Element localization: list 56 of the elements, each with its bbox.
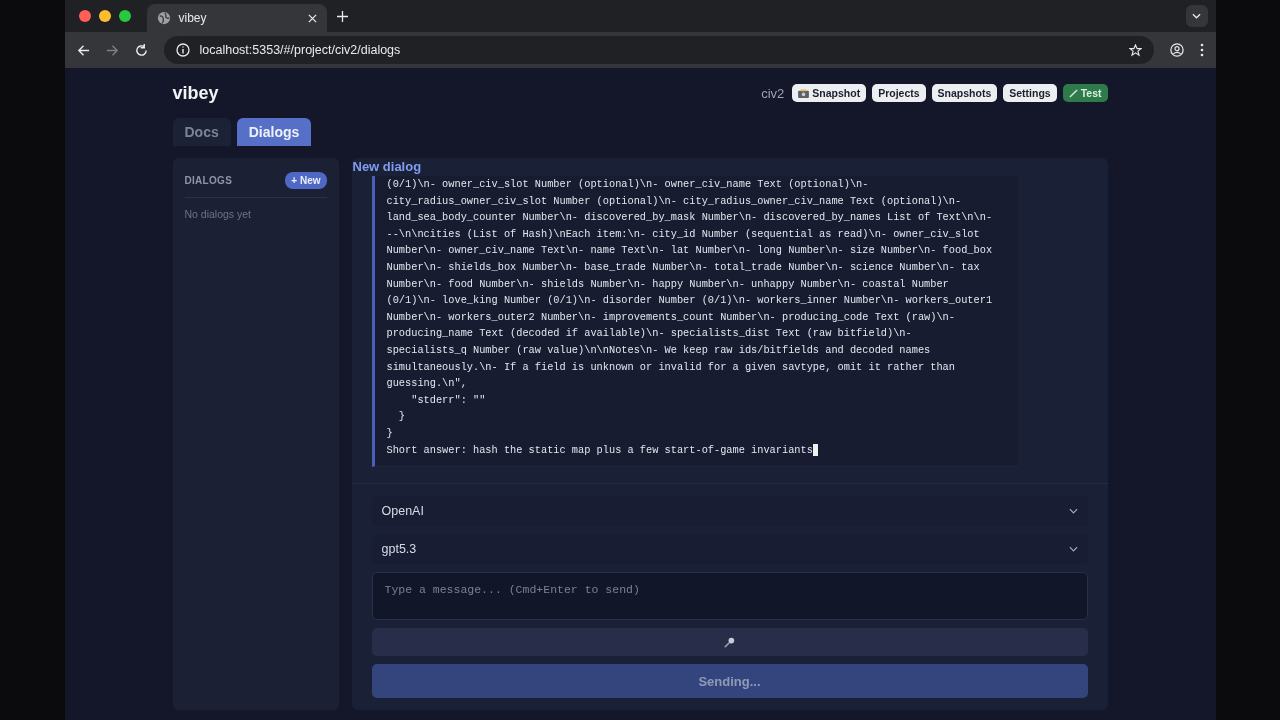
header-button[interactable]: Projects [872,84,926,102]
log-line: Number\n- shields_box Number\n- base_trade Number\n- total_trade Number\n- science Number\n- tax [386,259,980,275]
zoom-window-button[interactable] [118,10,131,22]
log-line: city_radius_owner_civ_slot Number (optional)\n- city_radius_owner_civ_name Text (optional)\n- [386,193,962,209]
reload-icon[interactable] [134,43,148,57]
info-icon [175,43,190,57]
browser-tab[interactable]: vibey [146,4,327,32]
back-icon[interactable] [76,43,90,57]
menu-icon[interactable] [1199,43,1204,57]
log-line: land_sea_body_counter Number\n- discovered_by_mask Number\n- discovered_by_names List of Text\n\n- [386,210,993,226]
log-line: } [386,425,393,441]
tab[interactable]: Docs [172,118,231,146]
empty-message: No dialogs yet [184,208,253,220]
close-icon[interactable] [307,13,317,23]
new-tab-icon[interactable] [336,10,348,22]
log-line: "stderr": "" [410,392,486,408]
minimize-window-button[interactable] [98,10,111,22]
log-line: guessing.\n", [386,376,467,392]
log-line: producing_name Text (decoded if available)\n- specialists_dist Text (raw bitfield)\n- [386,326,912,342]
camera-icon [798,88,810,98]
chevron-down-icon [1068,508,1078,515]
log-line: (0/1)\n- owner_civ_slot Number (optional)\n- owner_civ_name Text (optional)\n- [386,177,869,192]
log-line: Number\n- workers_outer2 Number\n- improvements_count Number\n- producing_code Text (raw)\n- [386,309,955,325]
chevron-down-icon [1192,13,1201,19]
microphone-icon [723,635,736,649]
test-button[interactable]: Test [1062,84,1108,102]
star-icon[interactable] [1128,43,1142,57]
address-bar[interactable]: localhost:5353/#/project/civ2/dialogs [163,36,1154,64]
log-line: Number\n- food Number\n- shields Number\n- happy Number\n- unhappy Number\n- coastal Number [386,276,949,292]
message-field[interactable]: Type a message... (Cmd+Enter to send) [371,572,1088,621]
dialog-title: New dialog [352,159,423,174]
tab[interactable]: Dialogs [236,118,312,146]
project-name: civ2 [761,85,785,101]
tab-list-button[interactable] [1185,5,1208,27]
log-line: specialists_q Number (raw value)\n\nNotes\n- We keep raw ids/bitfields and decoded names [386,342,931,358]
log-line: simultaneously.\n- If a field is unknown or invalid for a given savtype, omit it rather than [386,359,955,375]
new-dialog-button[interactable]: + New [285,172,327,189]
model-select[interactable]: gpt5.3 [371,534,1088,565]
header-button[interactable]: Settings [1003,84,1057,102]
snapshot-button[interactable]: Snapshot [792,84,867,102]
pencil-icon [1068,88,1078,98]
app-logo: vibey [172,82,219,104]
sidebar-heading: DIALOGS [184,175,233,186]
provider-select[interactable]: OpenAI [371,496,1088,527]
close-window-button[interactable] [78,10,91,22]
globe-icon [156,11,171,25]
log-line: Number\n- owner_civ_name Text\n- name Text\n- lat Number\n- long Number\n- size Number\n- food_box [386,243,993,259]
forward-icon[interactable] [105,43,119,57]
chevron-down-icon [1068,546,1078,553]
profile-icon[interactable] [1169,43,1184,57]
log-line: } [397,409,406,425]
log-line: Short answer: hash the static map plus a few start-of-game invariants [386,442,813,458]
text-cursor [812,443,818,456]
header-button[interactable]: Snapshots [931,84,998,102]
log-line: (0/1)\n- love_king Number (0/1)\n- disorder Number (0/1)\n- workers_inner Number\n- workers_outer1 [386,293,993,309]
log-line: --\n\ncities (List of Hash)\nEach item:\n- city_id Number (sequential as read)\n- owner_civ_slot [386,226,980,242]
